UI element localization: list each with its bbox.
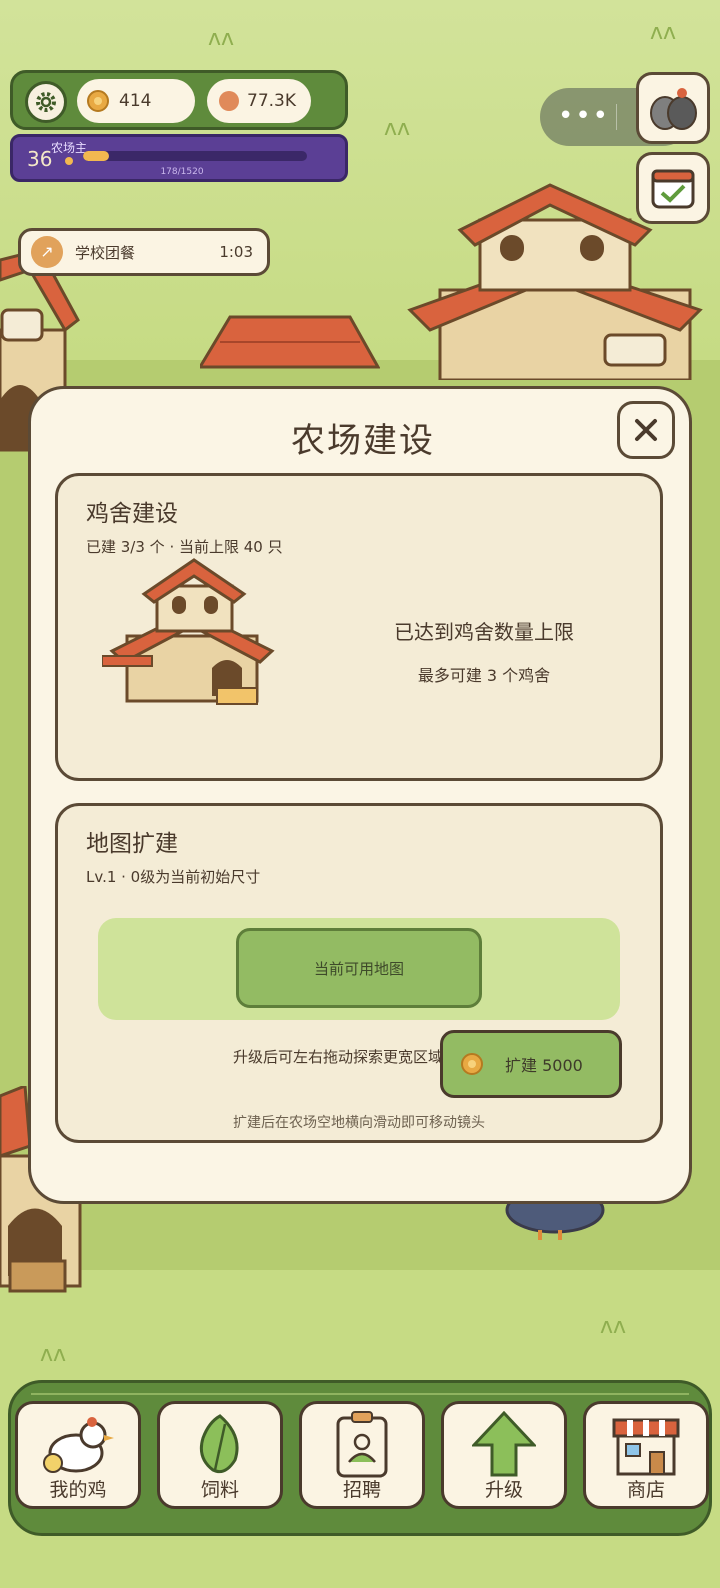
level-title: 农场主 — [51, 141, 88, 155]
calendar-check-icon — [651, 169, 695, 209]
xp-progress-fill — [83, 151, 110, 161]
close-icon — [635, 419, 657, 441]
coop-max-detail: 最多可建 3 个鸡舍 — [417, 666, 551, 685]
coin-icon — [461, 1053, 483, 1075]
coop-building-roof[interactable] — [200, 312, 380, 382]
grass-tuft: ᴧᴧ — [650, 20, 677, 45]
shop-icon — [586, 1408, 706, 1480]
nav-item-shop[interactable]: 商店 — [583, 1401, 709, 1509]
grass-tuft: ᴧᴧ — [208, 26, 235, 51]
gem-amount: 77.3K — [247, 91, 296, 111]
map-expand-hint: 升级后可左右拖动探索更宽区域 — [233, 1048, 444, 1066]
expand-button-label: 扩建 5000 — [505, 1056, 583, 1075]
coin-icon — [87, 90, 109, 112]
badge-icon — [302, 1408, 422, 1480]
coin-amount: 414 — [119, 91, 152, 111]
chicken-icon — [18, 1408, 138, 1480]
coop-max-message: 已达到鸡舍数量上限 — [394, 620, 574, 644]
gear-icon — [36, 92, 56, 112]
gem-icon — [219, 91, 239, 111]
coop-card-title: 鸡舍建设 — [86, 501, 178, 527]
task-timer: 1:03 — [219, 243, 253, 261]
nav-label: 招聘 — [342, 1479, 381, 1501]
chicken-friends-button[interactable] — [636, 72, 710, 144]
resource-bar: 414 77.3K — [10, 70, 348, 130]
nav-item-feed[interactable]: 饲料 — [157, 1401, 283, 1509]
coop-card-subtitle: 已建 3/3 个 · 当前上限 40 只 — [86, 538, 283, 556]
coop-construction-card: 鸡舍建设 已建 3/3 个 · 当前上限 40 只 已达到鸡舍数量上限 最多可建… — [55, 473, 663, 781]
settings-button[interactable] — [25, 81, 67, 123]
nav-divider — [31, 1393, 689, 1395]
grass-tuft: ᴧᴧ — [384, 116, 411, 141]
level-dot-icon — [65, 157, 73, 165]
leaf-icon — [160, 1408, 280, 1480]
nav-item-recruit[interactable]: 招聘 — [299, 1401, 425, 1509]
map-expansion-card: 地图扩建 Lv.1 · 0级为当前初始尺寸 当前可用地图 升级后可左右拖动探索更… — [55, 803, 663, 1143]
arrow-up-right-icon: ↗ — [31, 236, 63, 268]
gem-counter[interactable]: 77.3K — [207, 79, 311, 123]
expand-map-button[interactable]: 扩建 5000 — [440, 1030, 622, 1098]
chickens-icon — [650, 88, 697, 130]
nav-item-my-chickens[interactable]: 我的鸡 — [15, 1401, 141, 1509]
nav-label: 商店 — [626, 1479, 665, 1501]
capsule-divider — [616, 104, 617, 130]
arrow-up-icon — [444, 1408, 564, 1480]
coin-counter[interactable]: 414 — [77, 79, 195, 123]
nav-item-upgrade[interactable]: 升级 — [441, 1401, 567, 1509]
map-footer-hint: 扩建后在农场空地横向滑动即可移动镜头 — [233, 1115, 485, 1131]
map-card-title: 地图扩建 — [86, 831, 178, 857]
xp-text: 178/1520 — [160, 167, 204, 177]
bottom-navigation: 我的鸡 饲料 招聘 升级 商店 — [8, 1380, 712, 1536]
grass-tuft: ᴧᴧ — [40, 1342, 67, 1367]
farm-construction-dialog: 农场建设 鸡舍建设 已建 3/3 个 · 当前上限 40 只 已达到鸡舍数量上限… — [28, 386, 692, 1204]
map-card-subtitle: Lv.1 · 0级为当前初始尺寸 — [86, 868, 261, 886]
nav-label: 饲料 — [200, 1479, 239, 1501]
nav-label: 升级 — [484, 1479, 523, 1501]
close-button[interactable] — [617, 401, 675, 459]
dialog-title: 农场建设 — [291, 421, 435, 461]
nav-label: 我的鸡 — [49, 1479, 107, 1501]
map-preview: 当前可用地图 — [98, 918, 620, 1020]
grass-tuft: ᴧᴧ — [600, 1314, 627, 1339]
checkin-button[interactable] — [636, 152, 710, 224]
task-label: 学校团餐 — [75, 243, 136, 262]
current-map-region: 当前可用地图 — [236, 928, 482, 1008]
more-icon[interactable]: ••• — [558, 102, 610, 130]
level-bar[interactable]: 36 农场主 178/1520 — [10, 134, 348, 182]
active-task[interactable]: ↗ 学校团餐 1:03 — [18, 228, 270, 276]
coop-illustration-icon — [102, 558, 275, 705]
xp-progress-track — [83, 151, 307, 161]
